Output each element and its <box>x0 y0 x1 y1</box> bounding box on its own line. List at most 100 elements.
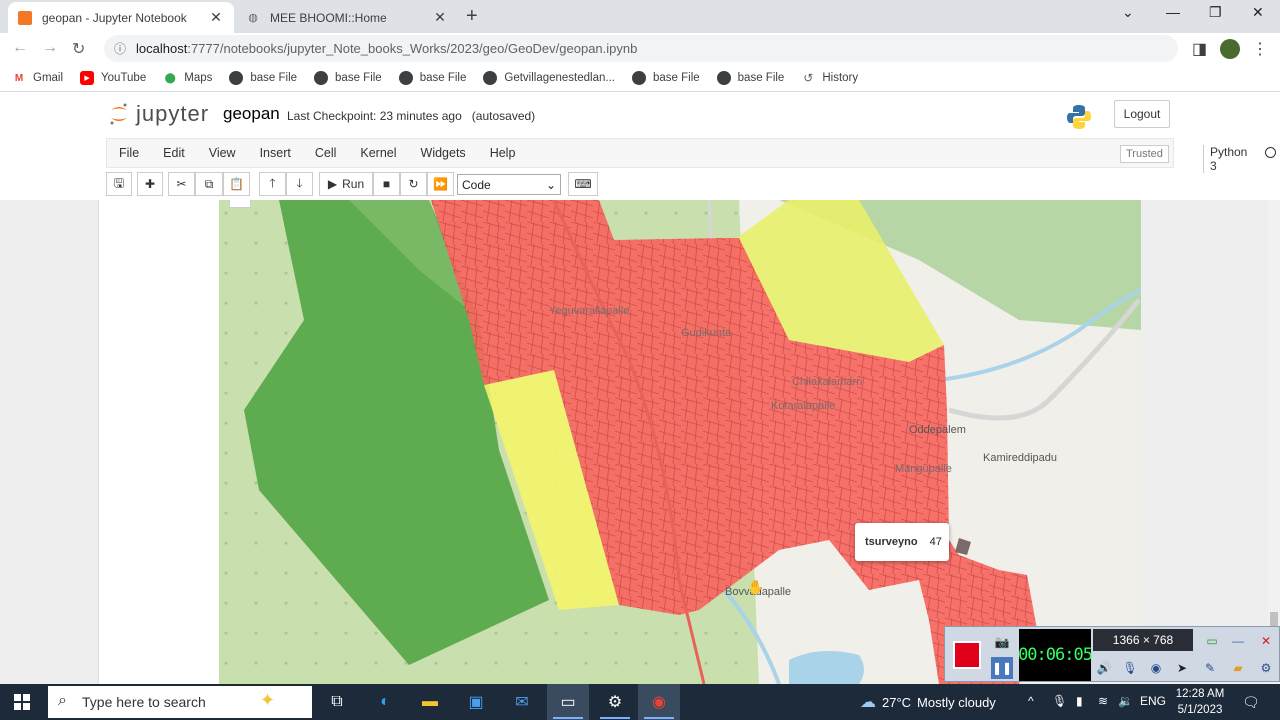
cut-button[interactable]: ✂ <box>168 172 195 196</box>
language-indicator[interactable]: ENG <box>1140 694 1166 708</box>
minimize-button[interactable]: — <box>1166 4 1180 20</box>
bookmark-getvillage[interactable]: Getvillagenestedlan... <box>483 71 615 85</box>
bookmark-base-file[interactable]: base File <box>398 71 466 85</box>
camera-icon[interactable]: 📷 <box>991 631 1013 653</box>
menu-insert[interactable]: Insert <box>248 146 303 160</box>
info-icon[interactable]: ⓘ <box>114 40 126 57</box>
bookmark-base-file[interactable]: base File <box>229 71 297 85</box>
folder-icon[interactable]: ▰ <box>1227 657 1249 679</box>
mail-icon[interactable]: ✉ <box>510 690 534 714</box>
recording-resolution: 1366 × 768 <box>1093 629 1193 651</box>
region-icon[interactable]: ▭ <box>1201 630 1223 652</box>
minimize-recorder-icon[interactable]: — <box>1227 630 1249 652</box>
copy-button[interactable]: ⧉ <box>195 172 223 196</box>
restore-button[interactable]: ❐ <box>1209 4 1222 21</box>
task-view-icon[interactable]: ⧉ <box>325 690 349 714</box>
settings-icon[interactable]: ⚙ <box>1255 657 1277 679</box>
bookmark-youtube[interactable]: ▶ YouTube <box>80 71 146 85</box>
active-indicator <box>553 717 583 719</box>
forward-icon[interactable]: → <box>42 39 58 57</box>
move-down-button[interactable]: 🡓 <box>286 172 313 196</box>
cell-type-select[interactable]: Code ⌄ <box>457 174 561 195</box>
trusted-badge[interactable]: Trusted <box>1120 145 1169 163</box>
move-up-button[interactable]: 🡑 <box>259 172 286 196</box>
close-tab-icon[interactable]: ✕ <box>432 9 448 26</box>
bookmark-history[interactable]: ↺ History <box>801 71 858 85</box>
page-scrollbar[interactable] <box>1268 200 1280 684</box>
bookmark-gmail[interactable]: M Gmail <box>12 71 63 85</box>
interrupt-button[interactable]: ■ <box>373 172 400 196</box>
menu-kernel[interactable]: Kernel <box>348 146 408 160</box>
menu-cell[interactable]: Cell <box>303 146 349 160</box>
speaker-icon[interactable]: 🔊 <box>1093 657 1115 679</box>
pause-icon[interactable]: ❚❚ <box>991 657 1013 679</box>
notifications-icon[interactable]: 🗨 <box>1242 694 1260 711</box>
record-stop-button[interactable] <box>953 641 981 669</box>
taskbar-search[interactable]: ⌕ Type here to search ✦ <box>48 686 312 718</box>
insert-cell-button[interactable]: ✚ <box>137 172 163 196</box>
menu-help[interactable]: Help <box>478 146 528 160</box>
webcam-icon[interactable]: ◉ <box>1145 657 1167 679</box>
volume-icon[interactable]: 🔉 <box>1118 694 1133 708</box>
close-recorder-icon[interactable]: ✕ <box>1255 630 1277 652</box>
notebook-name[interactable]: geopan <box>223 104 280 124</box>
system-clock[interactable]: 12:28 AM 5/1/2023 <box>1172 686 1228 718</box>
tab-title: MEE BHOOMI::Home <box>270 10 387 25</box>
map-canvas[interactable]: ⁎ Y <box>219 200 1141 684</box>
edge-icon[interactable]: ◐ <box>373 690 397 714</box>
pen-icon[interactable]: ✎ <box>1199 657 1221 679</box>
tab-mee-bhoomi[interactable]: ◍ MEE BHOOMI::Home ✕ <box>236 2 458 33</box>
bookmark-base-file[interactable]: base File <box>314 71 382 85</box>
run-button[interactable]: ▶ Run <box>319 172 373 196</box>
battery-icon[interactable]: ▮ <box>1076 694 1083 708</box>
restart-button[interactable]: ↻ <box>400 172 427 196</box>
close-window-button[interactable]: ✕ <box>1252 4 1264 21</box>
microphone-icon[interactable]: 🎙 <box>1052 694 1067 708</box>
logout-button[interactable]: Logout <box>1114 100 1170 128</box>
screen-recorder-panel: 📷 ❚❚ 00:06:05 1366 × 768 ▭ — ✕ 🔊 🎙 ◉ ➤ ✎… <box>944 626 1280 682</box>
back-icon[interactable]: ← <box>12 39 28 57</box>
tooltip-value: 47 <box>929 536 942 548</box>
tooltip-key: tsurveyno <box>865 536 918 548</box>
map-output[interactable]: ⁎ Y <box>219 200 1141 684</box>
wifi-icon[interactable]: ≋ <box>1098 694 1108 708</box>
close-tab-icon[interactable]: ✕ <box>208 9 224 26</box>
url-host: localhost <box>136 41 188 56</box>
sparkle-icon: ✦ <box>260 690 276 710</box>
address-bar[interactable]: ⓘ localhost:7777/notebooks/jupyter_Note_… <box>104 35 1178 62</box>
restart-run-all-button[interactable]: ⏩ <box>427 172 454 196</box>
store-icon[interactable]: ▣ <box>464 690 488 714</box>
save-button[interactable]: 🖫 <box>106 172 132 196</box>
kernel-idle-indicator <box>1265 147 1276 158</box>
bookmark-maps[interactable]: ⬤ Maps <box>163 71 213 85</box>
menu-widgets[interactable]: Widgets <box>409 146 478 160</box>
cursor-icon[interactable]: ➤ <box>1171 657 1193 679</box>
windows-start-icon[interactable] <box>14 694 30 710</box>
map-zoom-control[interactable] <box>229 200 251 208</box>
menu-file[interactable]: File <box>107 146 151 160</box>
stop-icon: ■ <box>382 177 391 191</box>
more-menu-icon[interactable]: ⋮ <box>1252 39 1268 59</box>
avatar[interactable] <box>1220 39 1240 59</box>
microphone-icon[interactable]: 🎙 <box>1119 657 1141 679</box>
command-palette-button[interactable]: ⌨ <box>568 172 598 196</box>
bookmark-base-file[interactable]: base File <box>631 71 700 85</box>
browser-navbar: ← → ↻ ⓘ localhost:7777/notebooks/jupyter… <box>0 33 1280 65</box>
bookmark-base-file[interactable]: base File <box>716 71 784 85</box>
tab-search-icon[interactable]: ⌄ <box>1122 4 1134 21</box>
chrome-icon[interactable]: ◉ <box>647 690 671 714</box>
menu-view[interactable]: View <box>197 146 248 160</box>
show-hidden-icons[interactable]: ^ <box>1028 694 1034 708</box>
paste-button[interactable]: 📋 <box>223 172 250 196</box>
menu-edit[interactable]: Edit <box>151 146 197 160</box>
weather-widget[interactable]: ☁ 27°C Mostly cloudy <box>860 692 996 712</box>
terminal-icon[interactable]: ▭ <box>556 690 580 714</box>
side-panel-icon[interactable]: ◨ <box>1192 39 1207 59</box>
tab-geopan[interactable]: geopan - Jupyter Notebook ✕ <box>8 2 234 33</box>
kernel-name[interactable]: Python 3 <box>1203 145 1247 173</box>
file-explorer-icon[interactable]: ▬ <box>418 690 442 714</box>
new-tab-button[interactable]: + <box>466 5 478 28</box>
jupyter-logo[interactable]: jupyter <box>108 101 209 127</box>
reload-icon[interactable]: ↻ <box>72 39 85 59</box>
settings-icon[interactable]: ⚙ <box>603 690 627 714</box>
